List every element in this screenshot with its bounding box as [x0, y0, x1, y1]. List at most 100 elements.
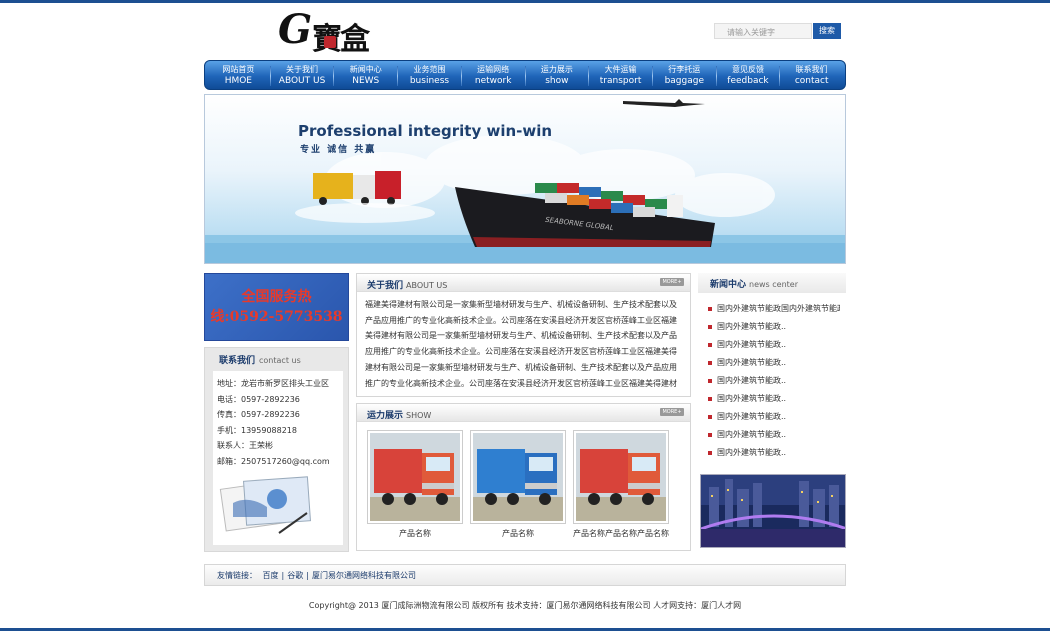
bullet-icon	[708, 324, 712, 329]
bullet-icon	[708, 414, 712, 419]
news-item-title[interactable]: 国内外建筑节能政..	[717, 340, 786, 349]
nav-item-business[interactable]: 业务范围 business	[398, 61, 461, 89]
hotline-line2: 线:0592-5773538	[210, 309, 343, 325]
news-header: 新闻中心 news center	[698, 273, 846, 293]
show-panel: 运力展示 SHOW MORE+ 产品名称 产品名称 产品名称产品名称产品名称	[356, 403, 691, 551]
product-image[interactable]	[367, 430, 463, 524]
show-more-button[interactable]: MORE+	[660, 408, 684, 416]
news-item[interactable]: 国内外建筑节能政..	[708, 336, 840, 354]
banner-illustration	[205, 99, 845, 263]
product-card[interactable]: 产品名称	[470, 430, 566, 539]
logo-chinese: 寶盒	[312, 22, 370, 57]
friend-link[interactable]: 百度	[263, 571, 279, 580]
logo-seal-icon	[324, 36, 336, 48]
contact-title-cn: 联系我们	[219, 356, 256, 366]
about-title: 关于我们	[367, 281, 404, 291]
nav-item-show[interactable]: 运力展示 show	[526, 61, 589, 89]
nav-item-en: ABOUT US	[278, 76, 326, 86]
search-input[interactable]: 请输入关键字	[714, 23, 812, 39]
product-card[interactable]: 产品名称	[367, 430, 463, 539]
city-night-image[interactable]	[700, 474, 846, 548]
news-item[interactable]: 国内外建筑节能政..	[708, 444, 840, 462]
show-header: 运力展示 SHOW MORE+	[357, 404, 690, 422]
show-title-en: SHOW	[406, 411, 432, 420]
truck-image	[576, 433, 666, 521]
nav-item-cn: 网站首页	[222, 65, 255, 74]
nav-item-contact[interactable]: 联系我们 contact	[780, 61, 843, 89]
about-header: 关于我们 ABOUT US MORE+	[357, 274, 690, 292]
friend-link[interactable]: 谷歌	[287, 571, 303, 580]
site-logo[interactable]: G 寶盒	[278, 6, 390, 57]
nav-item-cn: 运力展示	[540, 65, 573, 74]
hotline-line1: 全国服务热	[241, 289, 312, 305]
show-title: 运力展示	[367, 411, 404, 421]
bullet-icon	[708, 432, 712, 437]
news-title-en: news center	[749, 280, 798, 289]
news-item-title[interactable]: 国内外建筑节能政国内外建筑节能政	[717, 304, 840, 313]
top-accent-bar	[0, 0, 1050, 3]
news-item-title[interactable]: 国内外建筑节能政..	[717, 322, 786, 331]
nav-item-transport[interactable]: 大件运输 transport	[589, 61, 652, 89]
nav-item-cn: 联系我们	[795, 65, 828, 74]
nav-item-cn: 新闻中心	[349, 65, 382, 74]
nav-item-en: feedback	[727, 76, 769, 86]
nav-item-cn: 运输网络	[477, 65, 510, 74]
about-text: 福建美得建材有限公司是一家集新型墙材研发与生产、机械设备研制、生产技术配套以及产…	[365, 300, 677, 388]
banner-slogan: Professional integrity win-win	[298, 122, 553, 140]
news-item[interactable]: 国内外建筑节能政..	[708, 390, 840, 408]
product-card[interactable]: 产品名称产品名称产品名称	[573, 430, 669, 539]
news-item-title[interactable]: 国内外建筑节能政..	[717, 376, 786, 385]
nav-item-en: HMOE	[224, 76, 252, 86]
news-item-title[interactable]: 国内外建筑节能政..	[717, 412, 786, 421]
nav-item-cn: 大件运输	[604, 65, 637, 74]
nav-item-about-us[interactable]: 关于我们 ABOUT US	[271, 61, 334, 89]
news-item[interactable]: 国内外建筑节能政国内外建筑节能政	[708, 300, 840, 318]
contact-title: 联系我们 contact us	[205, 348, 348, 368]
logo-letter: G	[278, 6, 313, 53]
about-panel: 关于我们 ABOUT US MORE+ 福建美得建材有限公司是一家集新型墙材研发与…	[356, 273, 691, 397]
news-item-title[interactable]: 国内外建筑节能政..	[717, 394, 786, 403]
contact-mobile: 手机：13959088218	[217, 425, 297, 435]
bullet-icon	[708, 396, 712, 401]
contact-person: 联系人：王荣彬	[217, 441, 273, 450]
news-item-title[interactable]: 国内外建筑节能政..	[717, 358, 786, 367]
friend-links: 友情链接： 百度 | 谷歌 | 厦门易尔通网络科技有限公司	[204, 564, 846, 586]
link-separator: |	[281, 571, 285, 580]
nav-item-cn: 关于我们	[286, 65, 319, 74]
nav-item-cn: 意见反馈	[731, 65, 764, 74]
product-name[interactable]: 产品名称	[367, 528, 463, 539]
nav-item-en: baggage	[664, 76, 704, 86]
nav-item-network[interactable]: 运输网络 network	[462, 61, 525, 89]
bullet-icon	[708, 450, 712, 455]
product-name[interactable]: 产品名称产品名称产品名称	[573, 528, 669, 539]
nav-item-baggage[interactable]: 行李托运 baggage	[653, 61, 716, 89]
search-button[interactable]: 搜索	[813, 23, 841, 39]
bullet-icon	[708, 360, 712, 365]
news-item[interactable]: 国内外建筑节能政..	[708, 408, 840, 426]
news-item-title[interactable]: 国内外建筑节能政..	[717, 448, 786, 457]
about-more-button[interactable]: MORE+	[660, 278, 684, 286]
product-image[interactable]	[470, 430, 566, 524]
nav-item-en: NEWS	[352, 76, 380, 86]
news-item[interactable]: 国内外建筑节能政..	[708, 372, 840, 390]
brochure-image	[219, 476, 311, 534]
news-item[interactable]: 国内外建筑节能政..	[708, 426, 840, 444]
nav-item-en: network	[474, 76, 512, 86]
main-nav: 网站首页 HMOE 关于我们 ABOUT US 新闻中心 NEWS 业务范围 business…	[204, 60, 846, 90]
nav-item-feedback[interactable]: 意见反馈 feedback	[717, 61, 780, 89]
link-separator: |	[306, 571, 309, 580]
contact-title-en: contact us	[259, 356, 301, 365]
friend-link[interactable]: 厦门易尔通网络科技有限公司	[312, 571, 416, 580]
nav-item-hmoe[interactable]: 网站首页 HMOE	[207, 61, 270, 89]
nav-item-news[interactable]: 新闻中心 NEWS	[334, 61, 397, 89]
news-item[interactable]: 国内外建筑节能政..	[708, 354, 840, 372]
product-name[interactable]: 产品名称	[470, 528, 566, 539]
contact-body: 地址：龙岩市新罗区排头工业区 电话：0597-2892236 传真：0597-2…	[213, 371, 343, 545]
product-image[interactable]	[573, 430, 669, 524]
news-panel: 新闻中心 news center 国内外建筑节能政国内外建筑节能政 国内外建筑节能政…	[698, 273, 846, 466]
news-item-title[interactable]: 国内外建筑节能政..	[717, 430, 786, 439]
news-item[interactable]: 国内外建筑节能政..	[708, 318, 840, 336]
bullet-icon	[708, 306, 712, 311]
contact-phone: 电话：0597-2892236	[217, 394, 300, 404]
friend-links-label: 友情链接：	[217, 571, 257, 580]
